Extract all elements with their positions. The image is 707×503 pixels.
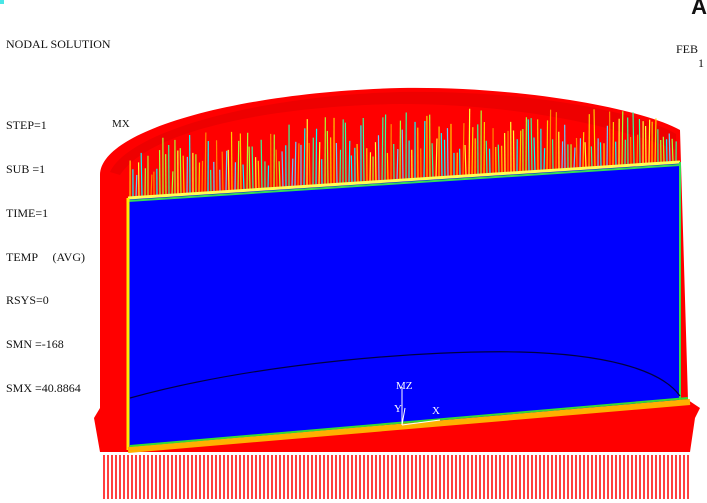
temperature-streak <box>669 133 670 162</box>
axis-z-text: Z <box>406 380 413 392</box>
legend-smn: SMN =-168 <box>6 337 111 352</box>
temperature-streak <box>562 141 563 169</box>
legend-time: TIME=1 <box>6 206 111 221</box>
temperature-streak <box>486 141 487 175</box>
temperature-streak <box>637 135 638 165</box>
temperature-streak <box>397 149 398 180</box>
bottom-streaks <box>104 455 688 499</box>
temperature-streak <box>247 133 248 191</box>
temperature-streak <box>226 151 227 192</box>
axis-z-label: MZ <box>396 380 413 392</box>
temperature-streak <box>591 146 592 167</box>
temperature-streak <box>639 119 640 164</box>
axis-x-label: X <box>432 405 440 417</box>
legend-rsys: RSYS=0 <box>6 293 111 308</box>
temperature-streak <box>327 131 328 185</box>
temperature-streak <box>402 130 403 180</box>
temperature-streak <box>622 111 623 165</box>
temperature-streak <box>351 155 352 183</box>
temperature-streak <box>363 118 364 183</box>
graphics-viewport[interactable]: NODAL SOLUTION STEP=1 SUB =1 TIME=1 TEMP… <box>0 0 707 499</box>
temperature-streak <box>385 115 386 182</box>
ansys-logo-letter: A <box>691 0 707 20</box>
temperature-streak <box>441 133 442 177</box>
temperature-streak <box>268 165 269 188</box>
temperature-streak <box>240 133 241 190</box>
temperature-streak <box>444 140 445 177</box>
temperature-streak <box>375 142 376 182</box>
temperature-streak <box>136 175 137 198</box>
temperature-streak <box>295 142 296 187</box>
temperature-streak <box>378 135 379 181</box>
temperature-streak <box>649 120 650 164</box>
axis-y-label: Y <box>394 403 402 415</box>
temperature-streak <box>544 148 545 171</box>
temperature-streak <box>258 161 259 190</box>
legend-smx: SMX =40.8864 <box>6 381 111 396</box>
temperature-streak <box>550 110 551 171</box>
temperature-streak <box>336 143 337 184</box>
temperature-streak <box>349 141 350 184</box>
temperature-streak <box>309 143 310 186</box>
temperature-streak <box>387 153 388 181</box>
temperature-streak <box>319 142 320 185</box>
temperature-streak <box>238 141 239 191</box>
temperature-streak <box>261 140 262 190</box>
temperature-streak <box>172 171 173 195</box>
temperature-streak <box>547 120 548 170</box>
temperature-streak <box>345 123 346 184</box>
temperature-streak <box>183 156 184 195</box>
temperature-streak <box>447 128 448 177</box>
date-day: 1 <box>698 56 704 70</box>
temperature-streak <box>583 132 584 168</box>
temperature-streak <box>472 127 473 175</box>
temperature-streak <box>276 150 277 189</box>
temperature-streak <box>141 153 142 197</box>
temperature-streak <box>520 131 521 173</box>
temperature-streak <box>205 132 206 193</box>
date-stamp: FEB 1 <box>676 42 698 56</box>
temperature-streak <box>528 119 529 171</box>
temperature-streak <box>663 137 664 163</box>
date-month: FEB <box>676 42 698 56</box>
corner-marker <box>0 0 4 4</box>
temperature-streak <box>180 148 181 195</box>
temperature-streak <box>292 159 293 188</box>
max-marker: MX <box>112 118 130 130</box>
temperature-streak <box>202 161 203 193</box>
legend-step: STEP=1 <box>6 118 111 133</box>
temperature-streak <box>576 138 577 169</box>
temperature-streak <box>228 150 229 192</box>
solution-legend: NODAL SOLUTION STEP=1 SUB =1 TIME=1 TEMP… <box>6 8 111 425</box>
legend-sub: SUB =1 <box>6 162 111 177</box>
legend-temp: TEMP (AVG) <box>6 250 111 265</box>
temperature-streak <box>498 145 499 174</box>
temperature-streak <box>316 129 317 186</box>
legend-title: NODAL SOLUTION <box>6 37 111 52</box>
temperature-streak <box>304 128 305 186</box>
temperature-streak <box>222 152 223 192</box>
temperature-streak <box>469 109 470 176</box>
temperature-streak <box>424 121 425 179</box>
